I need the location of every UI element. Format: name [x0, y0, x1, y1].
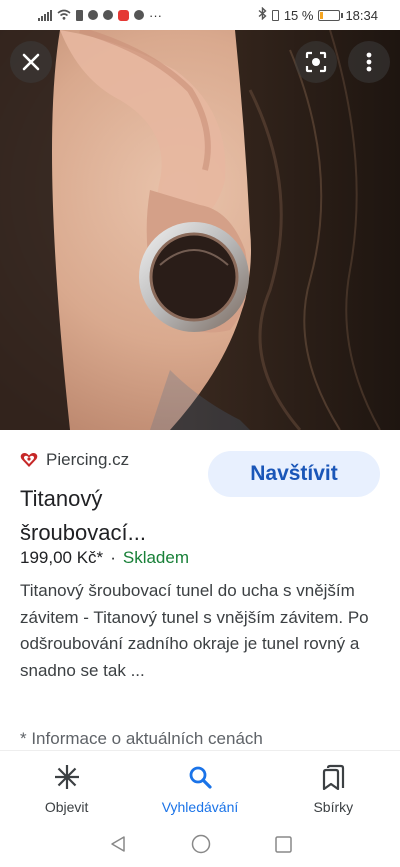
nav-discover[interactable]: Objevit	[7, 763, 127, 815]
result-title[interactable]: Titanový šroubovací...	[20, 482, 220, 550]
more-notifications-icon: ···	[149, 7, 162, 23]
site-favicon-icon	[20, 453, 38, 467]
asterisk-icon	[54, 763, 80, 791]
sim-icon	[76, 9, 83, 21]
price: 199,00 Kč*	[20, 548, 104, 567]
result-image[interactable]	[0, 30, 400, 430]
status-icons-left: ···	[38, 8, 162, 23]
source-link[interactable]: Piercing.cz	[20, 450, 129, 470]
shield-icon	[134, 10, 144, 20]
status-icons-right: 15 % 18:34	[258, 6, 378, 23]
price-row: 199,00 Kč* · Skladem	[20, 548, 189, 568]
lens-icon	[305, 51, 327, 73]
battery-level-fill	[320, 11, 324, 19]
pinterest-icon	[103, 10, 113, 20]
system-navigation-bar	[0, 826, 400, 867]
collections-icon	[321, 763, 345, 791]
lens-button[interactable]	[295, 41, 337, 83]
nav-search[interactable]: Vyhledávání	[140, 763, 260, 815]
vibrate-icon	[271, 9, 279, 21]
close-icon	[22, 53, 40, 71]
price-info-footnote[interactable]: * Informace o aktuálních cenách	[20, 729, 263, 749]
more-vert-icon	[366, 52, 372, 72]
availability-status: Skladem	[122, 548, 189, 567]
separator: ·	[110, 548, 116, 567]
more-options-button[interactable]	[348, 41, 390, 83]
source-name: Piercing.cz	[46, 450, 130, 469]
home-icon[interactable]	[191, 834, 211, 859]
close-button[interactable]	[10, 41, 52, 83]
clock: 18:34	[345, 7, 378, 23]
bluetooth-icon	[258, 6, 267, 23]
battery-percent: 15 %	[283, 7, 314, 23]
signal-icon	[38, 9, 52, 21]
battery-icon	[318, 9, 344, 21]
result-title-line-1: Titanový	[20, 486, 103, 511]
recent-apps-icon[interactable]	[274, 835, 292, 858]
nav-collections[interactable]: Sbírky	[273, 763, 393, 815]
result-description: Titanový šroubovací tunel do ucha s vněj…	[20, 581, 369, 680]
result-title-line-2: šroubovací...	[20, 520, 146, 545]
ear-tunnel-photo	[0, 30, 400, 430]
search-icon	[188, 763, 212, 791]
bottom-navigation: Objevit Vyhledávání Sbírky	[0, 750, 400, 826]
wifi-icon	[57, 8, 71, 23]
app-notification-icon	[118, 9, 129, 21]
messenger-icon	[88, 10, 98, 20]
nav-discover-label: Objevit	[44, 798, 89, 815]
back-icon[interactable]	[109, 835, 127, 858]
nav-search-label: Vyhledávání	[161, 798, 239, 815]
nav-collections-label: Sbírky	[313, 798, 354, 815]
visit-button[interactable]: Navštívit	[208, 451, 380, 497]
status-bar: ··· 15 % 18:34	[0, 0, 400, 30]
